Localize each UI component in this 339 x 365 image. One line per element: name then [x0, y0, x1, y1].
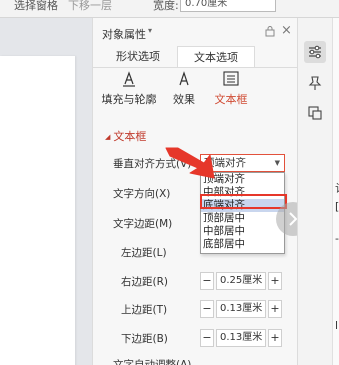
- decrement-button[interactable]: −: [200, 329, 214, 347]
- tab-shape-options[interactable]: 形状选项: [97, 46, 179, 68]
- panel-title[interactable]: 对象属性: [102, 26, 146, 42]
- dropdown-option[interactable]: 顶部居中: [201, 212, 284, 225]
- lock-icon[interactable]: [264, 25, 276, 37]
- valign-label: 垂直对齐方式(V): [113, 158, 192, 170]
- sliders-icon: [309, 45, 321, 59]
- bottom-margin-input[interactable]: 0.13厘米: [216, 329, 266, 347]
- bottom-margin-label: 下边距(B): [121, 333, 168, 345]
- decrement-button[interactable]: −: [200, 272, 214, 290]
- section-header-textbox[interactable]: ◢ 文本框: [105, 128, 146, 144]
- edge-text: l: [335, 319, 339, 332]
- subtab-fill-label: 填充与轮廓: [101, 93, 157, 106]
- autofit-label: 文字自动调整(A): [113, 359, 192, 365]
- copy-select-icon: [308, 106, 322, 120]
- text-direction-label: 文字方向(X): [113, 188, 171, 200]
- caret-down-icon[interactable]: ▾: [148, 26, 152, 35]
- panel-header: 对象属性 ▾ ×: [93, 18, 298, 46]
- document-canvas: [0, 18, 92, 365]
- right-margin-label: 右边距(R): [121, 276, 168, 288]
- selection-button[interactable]: [304, 102, 326, 124]
- edge-text: [: [335, 200, 339, 213]
- text-margin-label: 文字边距(M): [113, 218, 173, 230]
- edge-text: 认: [335, 180, 339, 196]
- valign-dropdown-list: 顶端对齐 中部对齐 底端对齐 顶部居中 中部居中 底部居中: [200, 172, 285, 254]
- subtab-textbox-label: 文本框: [214, 93, 248, 106]
- edge-text: -: [335, 232, 339, 245]
- selection-pane-button[interactable]: 选择窗格: [14, 0, 58, 13]
- chevron-down-icon: ▼: [274, 159, 280, 167]
- section-title: 文本框: [113, 130, 147, 143]
- pin-button[interactable]: [304, 72, 326, 94]
- send-backward-button[interactable]: 下移一层: [68, 0, 112, 13]
- pin-icon: [308, 76, 322, 90]
- right-margin-input[interactable]: 0.25厘米: [216, 272, 266, 290]
- panel-tabs: 形状选项 文本选项: [93, 46, 298, 68]
- close-icon[interactable]: ×: [281, 23, 292, 38]
- document-page[interactable]: [0, 56, 75, 365]
- properties-button[interactable]: [304, 41, 326, 63]
- top-margin-label: 上边距(T): [121, 304, 168, 316]
- width-input[interactable]: 0.70厘米: [180, 0, 276, 12]
- width-label: 宽度:: [153, 0, 179, 12]
- valign-select-value: 顶端对齐: [204, 157, 246, 169]
- valign-select[interactable]: 顶端对齐 ▼: [200, 154, 285, 172]
- decrement-button[interactable]: −: [200, 300, 214, 318]
- increment-button[interactable]: +: [268, 329, 282, 347]
- subtabs: 填充与轮廓 效果 文本框: [93, 70, 298, 165]
- dropdown-option[interactable]: 顶端对齐: [201, 173, 284, 186]
- increment-button[interactable]: +: [268, 272, 282, 290]
- object-properties-panel: 对象属性 ▾ × 形状选项 文本选项 填充与轮廓 效果 文本框 ◢ 文本框 垂直…: [92, 18, 298, 365]
- dropdown-option[interactable]: 底部居中: [201, 238, 284, 251]
- subtab-effect[interactable]: 效果: [169, 70, 199, 107]
- adjacent-sheet-edge: 认 [ - l: [332, 18, 339, 365]
- subtab-effect-label: 效果: [173, 93, 195, 106]
- dropdown-option-highlighted[interactable]: 底端对齐: [201, 199, 284, 212]
- tabs-divider: [93, 67, 298, 68]
- bottom-margin-stepper: − 0.13厘米 +: [200, 329, 283, 347]
- subtab-textbox[interactable]: 文本框: [211, 70, 251, 107]
- collapse-triangle-icon: ◢: [105, 133, 111, 141]
- top-toolbar: 选择窗格 下移一层 宽度: 0.70厘米: [0, 0, 339, 18]
- left-margin-label: 左边距(L): [121, 247, 167, 259]
- text-effect-icon: [179, 71, 189, 86]
- subtab-fill-outline[interactable]: 填充与轮廓: [101, 70, 157, 107]
- right-margin-stepper: − 0.25厘米 +: [200, 272, 283, 290]
- top-margin-stepper: − 0.13厘米 +: [200, 300, 283, 318]
- dropdown-option[interactable]: 中部居中: [201, 225, 284, 238]
- text-fill-icon: [123, 71, 135, 87]
- top-margin-input[interactable]: 0.13厘米: [216, 300, 266, 318]
- right-icon-rail: 认 [ - l: [297, 18, 339, 365]
- increment-button[interactable]: +: [268, 300, 282, 318]
- dropdown-option[interactable]: 中部对齐: [201, 186, 284, 199]
- textbox-icon: [223, 71, 239, 86]
- tab-text-options[interactable]: 文本选项: [177, 46, 255, 68]
